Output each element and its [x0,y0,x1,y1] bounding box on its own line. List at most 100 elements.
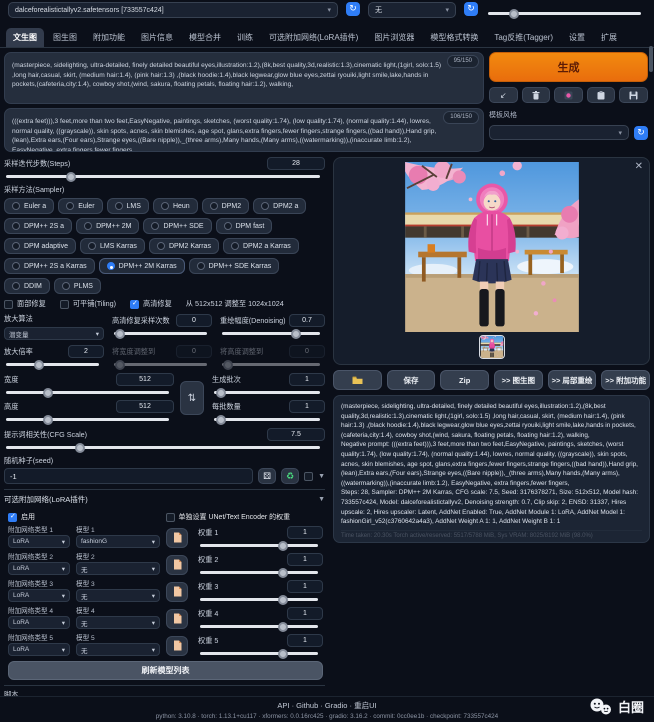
lora-model-file-button[interactable] [166,555,188,575]
slider-thumb[interactable] [75,443,85,453]
save-zip-button[interactable]: Zip [440,370,489,390]
refresh-models-button[interactable]: ↻ [346,2,360,16]
close-icon[interactable]: ✕ [635,161,643,172]
lora-weight-value[interactable]: 1 [287,634,323,647]
tab-png-info[interactable]: 图片信息 [134,28,180,47]
sampler-option-selected[interactable]: DPM++ 2M Karras [99,258,185,274]
lora-model-file-button[interactable] [166,528,188,548]
sampler-option[interactable]: DPM fast [216,218,273,234]
lora-type-select[interactable]: LoRA▾ [8,616,70,629]
send-to-img2img-button[interactable]: >> 图生图 [494,370,543,390]
hires-steps-slider[interactable] [114,332,207,335]
prompt-input[interactable]: (masterpiece, sidelighting, ultra-detail… [4,52,484,104]
upscale-by-value[interactable]: 2 [68,345,104,358]
swap-dimensions-button[interactable]: ⇅ [180,381,204,415]
sampler-option[interactable]: PLMS [54,278,101,294]
slider-thumb[interactable] [509,9,519,19]
generate-button[interactable]: 生成 [489,52,648,82]
resize-height-slider[interactable] [222,363,320,366]
generation-info-text[interactable]: (masterpiece, sidelighting, ultra-detail… [341,402,642,527]
height-value[interactable]: 512 [116,400,174,413]
open-folder-button[interactable] [333,370,382,390]
apply-selected-style-button[interactable]: ↻ [634,126,648,140]
tiling-checkbox[interactable]: 可平铺(Tiling) [60,299,116,309]
paste-params-button[interactable]: ↙ [489,87,518,103]
slider-thumb[interactable] [278,649,288,659]
hires-steps-value[interactable]: 0 [176,314,212,327]
lora-weight-slider[interactable] [200,544,318,547]
lora-weight-slider[interactable] [200,652,318,655]
send-to-extras-button[interactable]: >> 附加功能 [601,370,650,390]
slider-thumb[interactable] [216,388,226,398]
refresh-vae-button[interactable]: ↻ [464,2,478,16]
lora-accordion-header[interactable]: 可选附加网络(LoRA插件) ▼ [4,489,325,505]
lora-type-select[interactable]: LoRA▾ [8,589,70,602]
lora-separate-weights-checkbox[interactable]: 单独设置 UNet/Text Encoder 的权重 [166,512,324,522]
lora-model-select[interactable]: fashionG▾ [76,535,160,548]
slider-thumb[interactable] [278,622,288,632]
tab-train[interactable]: 训练 [230,28,260,47]
upscale-by-slider[interactable] [6,363,99,366]
tab-img2img[interactable]: 图生图 [46,28,84,47]
generated-image[interactable] [399,162,585,332]
send-to-inpaint-button[interactable]: >> 局部重绘 [548,370,597,390]
sampler-option[interactable]: DPM++ 2S a [4,218,72,234]
lora-model-file-button[interactable] [166,582,188,602]
tab-extensions[interactable]: 扩展 [594,28,624,47]
resize-width-slider[interactable] [114,363,207,366]
width-slider[interactable] [6,391,169,394]
slider-thumb[interactable] [66,172,76,182]
save-image-button[interactable]: 保存 [387,370,436,390]
lora-enable-checkbox[interactable]: 启用 [8,512,166,522]
sampler-option[interactable]: Heun [153,198,198,214]
hires-fix-checkbox[interactable]: 高清修复 [130,299,172,309]
sampler-option[interactable]: LMS [107,198,149,214]
tab-additional-networks[interactable]: 可选附加网络(LoRA插件) [262,28,365,47]
style-select[interactable]: ▾ [489,125,629,140]
slider-thumb[interactable] [43,415,53,425]
slider-thumb[interactable] [115,360,125,370]
sampler-option[interactable]: DPM2 Karras [149,238,219,254]
sampler-option[interactable]: DDIM [4,278,50,294]
cfg-value[interactable]: 7.5 [267,428,325,441]
clip-skip-slider[interactable] [486,7,646,17]
slider-thumb[interactable] [278,541,288,551]
footer-links[interactable]: API · Github · Gradio · 重启UI [0,700,654,711]
seed-input[interactable] [4,468,253,484]
lora-model-file-button[interactable] [166,636,188,656]
sampler-option[interactable]: DPM++ SDE Karras [189,258,280,274]
slider-thumb[interactable] [43,388,53,398]
tab-txt2img[interactable]: 文生图 [6,28,44,47]
slider-thumb[interactable] [291,329,301,339]
steps-value[interactable]: 28 [267,157,325,170]
resize-height-value[interactable]: 0 [289,345,325,358]
tab-model-converter[interactable]: 模型格式转换 [423,28,485,47]
sampler-option[interactable]: DPM++ 2M [76,218,139,234]
height-slider[interactable] [6,418,169,421]
extra-networks-button[interactable] [554,87,583,103]
lora-weight-slider[interactable] [200,625,318,628]
batch-count-value[interactable]: 1 [289,373,325,386]
tab-extras[interactable]: 附加功能 [86,28,132,47]
sampler-option[interactable]: DPM2 [202,198,249,214]
extra-seed-checkbox[interactable] [304,472,313,481]
tab-image-browser[interactable]: 图片浏览器 [367,28,421,47]
lora-type-select[interactable]: LoRA▾ [8,643,70,656]
sampler-option[interactable]: DPM++ 2S a Karras [4,258,95,274]
sampler-option[interactable]: DPM adaptive [4,238,76,254]
lora-model-select[interactable]: 无▾ [76,616,160,629]
sampler-option[interactable]: DPM++ SDE [143,218,211,234]
lora-weight-slider[interactable] [200,598,318,601]
refresh-model-list-button[interactable]: 刷新模型列表 [8,661,323,680]
steps-slider[interactable] [6,175,320,178]
slider-thumb[interactable] [278,595,288,605]
lora-model-select[interactable]: 无▾ [76,562,160,575]
sampler-option[interactable]: DPM2 a [253,198,306,214]
lora-model-select[interactable]: 无▾ [76,589,160,602]
batch-size-slider[interactable] [214,418,320,421]
resize-width-value[interactable]: 0 [176,345,212,358]
model-select[interactable]: dalceforealistictallyv2.safetensors [733… [8,2,338,18]
sampler-option[interactable]: Euler [58,198,102,214]
lora-weight-value[interactable]: 1 [287,553,323,566]
gallery-thumbnail[interactable] [479,335,505,359]
